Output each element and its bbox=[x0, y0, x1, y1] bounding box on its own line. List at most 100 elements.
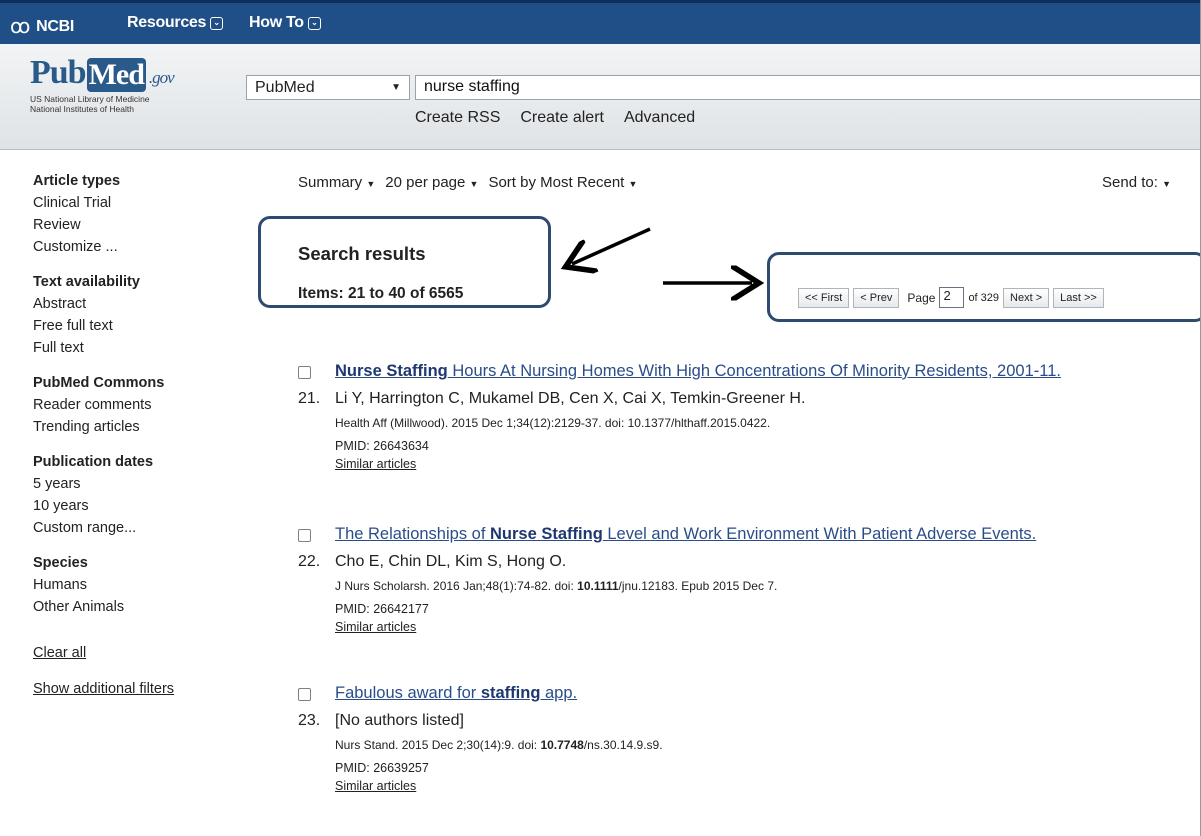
prev-page-button[interactable]: < Prev bbox=[853, 287, 900, 308]
send-to-menu[interactable]: Send to: ▼ bbox=[1102, 174, 1171, 191]
brand-gov: .gov bbox=[148, 68, 175, 87]
result-authors: [No authors listed] bbox=[335, 712, 464, 729]
caret-down-icon: ▼ bbox=[366, 179, 376, 189]
result-pmid: PMID: 26643634 bbox=[335, 439, 429, 453]
title-text: Fabulous award for bbox=[335, 684, 481, 702]
result-checkbox[interactable] bbox=[298, 688, 311, 701]
title-text: Level and Work Environment With Patient … bbox=[602, 525, 1037, 543]
result-journal: J Nurs Scholarsh. 2016 Jan;48(1):74-82. … bbox=[335, 579, 777, 593]
filter-5-years[interactable]: 5 years bbox=[33, 473, 233, 495]
result-checkbox[interactable] bbox=[298, 366, 311, 379]
title-highlight: Nurse Staffing bbox=[335, 362, 448, 380]
caret-down-icon: ▼ bbox=[1162, 179, 1171, 189]
filter-group-species: Species Humans Other Animals bbox=[33, 552, 233, 618]
filter-custom-range[interactable]: Custom range... bbox=[33, 517, 233, 539]
create-alert-link[interactable]: Create alert bbox=[520, 109, 604, 127]
chevron-down-icon: ⌄ bbox=[210, 16, 224, 30]
chevron-down-icon: ⌄ bbox=[307, 16, 321, 30]
arrow-to-search-results bbox=[572, 227, 651, 264]
journal-highlight: 10.1111 bbox=[577, 579, 619, 593]
filter-review[interactable]: Review bbox=[33, 214, 233, 236]
nlm-subtitle-1: US National Library of Medicine bbox=[30, 94, 150, 104]
result-number: 23. bbox=[298, 712, 321, 729]
result-title-link[interactable]: Fabulous award for staffing app. bbox=[335, 684, 577, 703]
caret-down-icon: ▼ bbox=[628, 179, 638, 189]
title-text: app. bbox=[540, 684, 578, 702]
journal-text: J Nurs Scholarsh. 2016 Jan;48(1):74-82. … bbox=[335, 579, 578, 593]
ncbi-top-bar: ꝏ NCBI Resources ⌄ How To ⌄ bbox=[0, 0, 1201, 44]
page-label: Page bbox=[907, 290, 936, 305]
database-select[interactable]: PubMed ▼ bbox=[246, 75, 410, 100]
filter-trending-articles[interactable]: Trending articles bbox=[33, 416, 233, 438]
result-item: 22. The Relationships of Nurse Staffing … bbox=[298, 525, 1198, 645]
search-results-title: Search results bbox=[298, 243, 426, 264]
summary-format-menu[interactable]: Summary ▼ bbox=[298, 174, 375, 191]
per-page-menu[interactable]: 20 per page ▼ bbox=[385, 174, 478, 191]
result-journal: Health Aff (Millwood). 2015 Dec 1;34(12)… bbox=[335, 416, 771, 430]
filter-group-title: Article types bbox=[33, 173, 121, 189]
search-input[interactable]: nurse staffing bbox=[415, 75, 1201, 100]
pubmed-logo[interactable]: Pub Med .gov US National Library of Medici… bbox=[30, 54, 175, 114]
create-rss-link[interactable]: Create RSS bbox=[415, 109, 500, 127]
filter-group-title: Text availability bbox=[33, 274, 140, 290]
search-links: Create RSS Create alert Advanced bbox=[415, 109, 695, 127]
filter-group-title: Species bbox=[33, 555, 88, 571]
page-number-input[interactable]: 2 bbox=[939, 287, 965, 308]
ncbi-logo-icon: ꝏ bbox=[10, 16, 31, 38]
next-page-button[interactable]: Next > bbox=[1003, 287, 1050, 308]
result-pmid: PMID: 26639257 bbox=[335, 761, 429, 775]
pager: << First < Prev Page 2 of 329 Next > Las… bbox=[798, 287, 1104, 308]
filter-group-article-types: Article types Clinical Trial Review Cust… bbox=[33, 170, 233, 258]
filter-reader-comments[interactable]: Reader comments bbox=[33, 394, 233, 416]
filter-10-years[interactable]: 10 years bbox=[33, 495, 233, 517]
resources-label: Resources bbox=[127, 14, 207, 31]
similar-articles-link[interactable]: Similar articles bbox=[335, 779, 416, 793]
result-authors: Li Y, Harrington C, Mukamel DB, Cen X, C… bbox=[335, 390, 806, 407]
per-page-label: 20 per page bbox=[385, 174, 466, 191]
filter-group-pubmed-commons: PubMed Commons Reader comments Trending … bbox=[33, 372, 233, 438]
similar-articles-link[interactable]: Similar articles bbox=[335, 457, 416, 471]
result-authors: Cho E, Chin DL, Kim S, Hong O. bbox=[335, 553, 567, 570]
ncbi-logo-label: NCBI bbox=[36, 17, 74, 35]
filter-group-title: PubMed Commons bbox=[33, 375, 165, 391]
journal-highlight: 10.7748 bbox=[540, 738, 584, 752]
result-pmid: PMID: 26642177 bbox=[335, 602, 429, 616]
filter-other-animals[interactable]: Other Animals bbox=[33, 596, 233, 618]
filter-group-title: Publication dates bbox=[33, 454, 154, 470]
title-highlight: staffing bbox=[480, 684, 541, 702]
filter-abstract[interactable]: Abstract bbox=[33, 293, 233, 315]
filter-clinical-trial[interactable]: Clinical Trial bbox=[33, 192, 233, 214]
clear-all-link[interactable]: Clear all bbox=[33, 642, 233, 664]
howto-label: How To bbox=[249, 14, 304, 31]
last-page-button[interactable]: Last >> bbox=[1053, 287, 1104, 308]
howto-menu[interactable]: How To ⌄ bbox=[249, 14, 321, 32]
summary-label: Summary bbox=[298, 174, 363, 191]
similar-articles-link[interactable]: Similar articles bbox=[335, 620, 416, 634]
advanced-link[interactable]: Advanced bbox=[624, 109, 695, 127]
send-to-label: Send to: bbox=[1102, 174, 1158, 191]
filter-full-text[interactable]: Full text bbox=[33, 337, 233, 359]
title-text: The Relationships of bbox=[335, 525, 491, 543]
result-title-link[interactable]: Nurse Staffing Hours At Nursing Homes Wi… bbox=[335, 362, 1061, 381]
result-checkbox[interactable] bbox=[298, 529, 311, 542]
sort-menu[interactable]: Sort by Most Recent ▼ bbox=[488, 174, 637, 191]
result-title-link[interactable]: The Relationships of Nurse Staffing Leve… bbox=[335, 525, 1036, 544]
pubmed-header: Pub Med .gov US National Library of Medici… bbox=[0, 44, 1201, 150]
nlm-subtitle-2: National Institutes of Health bbox=[30, 104, 134, 114]
brand-pub: Pub bbox=[30, 54, 87, 91]
show-additional-filters-link[interactable]: Show additional filters bbox=[33, 678, 233, 700]
dropdown-arrow-icon: ▼ bbox=[391, 82, 401, 93]
resources-menu[interactable]: Resources ⌄ bbox=[127, 14, 224, 32]
filter-group-text-availability: Text availability Abstract Free full tex… bbox=[33, 271, 233, 359]
caret-down-icon: ▼ bbox=[469, 179, 479, 189]
filter-free-full-text[interactable]: Free full text bbox=[33, 315, 233, 337]
ncbi-logo[interactable]: ꝏ NCBI bbox=[10, 14, 74, 39]
result-number: 22. bbox=[298, 553, 321, 570]
filter-customize[interactable]: Customize ... bbox=[33, 236, 233, 258]
journal-text: /jnu.12183. Epub 2015 Dec 7. bbox=[618, 579, 778, 593]
sort-label: Sort by Most Recent bbox=[488, 174, 625, 191]
journal-text: /ns.30.14.9.s9. bbox=[583, 738, 663, 752]
result-item: 23. Fabulous award for staffing app. [No… bbox=[298, 684, 1198, 804]
first-page-button[interactable]: << First bbox=[798, 287, 850, 308]
filter-humans[interactable]: Humans bbox=[33, 574, 233, 596]
